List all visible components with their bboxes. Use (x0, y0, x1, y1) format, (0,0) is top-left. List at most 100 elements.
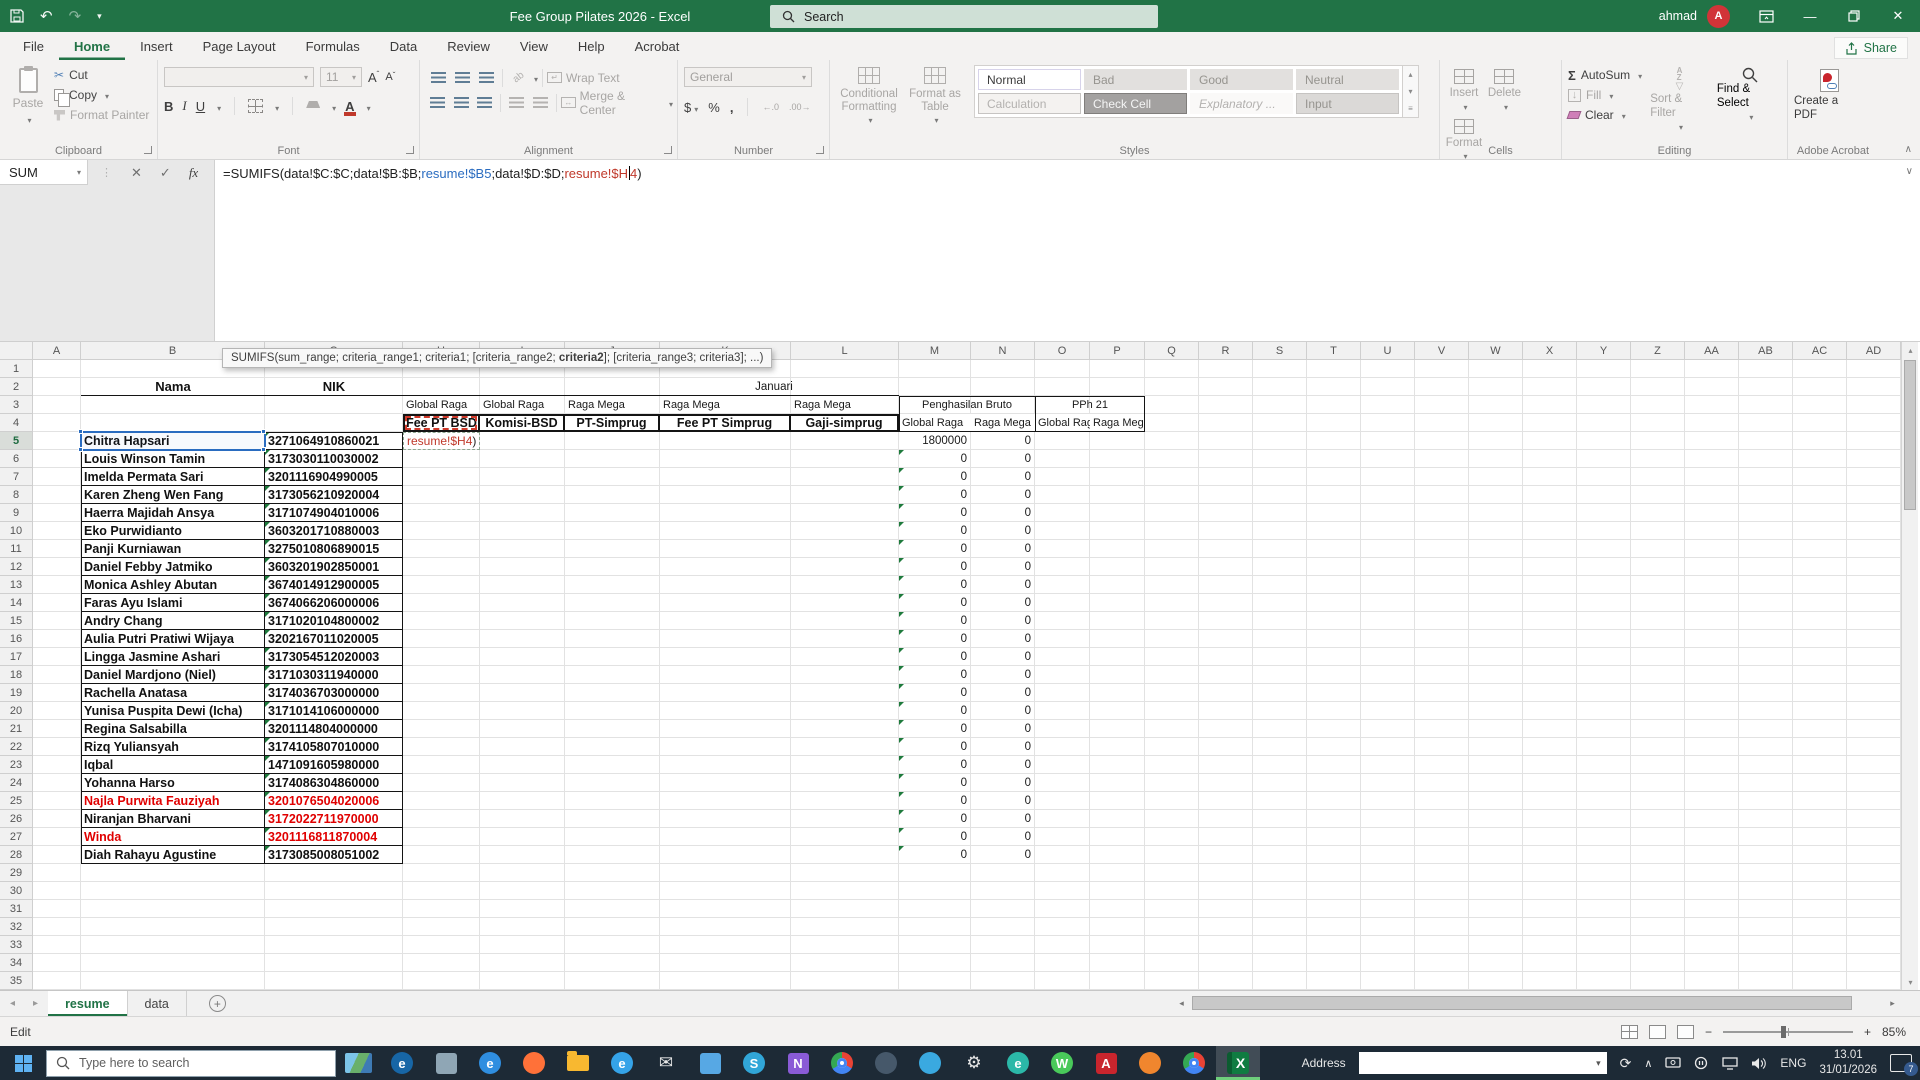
bruto-global-raga-cell-row14[interactable]: 0 (899, 594, 971, 612)
italic-button[interactable]: I (182, 98, 186, 114)
bruto-raga-mega-cell-row12[interactable]: 0 (971, 558, 1035, 576)
audio-mixer-icon[interactable] (1694, 1056, 1709, 1070)
accounting-format-button[interactable]: $ (684, 100, 698, 115)
user-name[interactable]: ahmad (1659, 9, 1697, 23)
row-header-21[interactable]: 21 (0, 720, 33, 738)
header-row4-right-2[interactable]: Global Raga (1035, 414, 1090, 432)
nik-cell-row12[interactable]: 3603201902850001 (265, 558, 403, 576)
name-cell-row26[interactable]: Niranjan Bharvani (81, 810, 265, 828)
conditional-formatting-button[interactable]: Conditional Formatting (836, 65, 902, 128)
header-row3-4[interactable]: Raga Mega (791, 396, 899, 414)
bruto-global-raga-cell-row23[interactable]: 0 (899, 756, 971, 774)
bruto-global-raga-cell-row28[interactable]: 0 (899, 846, 971, 864)
bruto-global-raga-cell-row6[interactable]: 0 (899, 450, 971, 468)
merge-center-button[interactable]: ↔ Merge & Center (561, 89, 673, 117)
row-header-1[interactable]: 1 (0, 360, 33, 378)
zoom-slider-thumb[interactable] (1781, 1025, 1787, 1038)
bruto-raga-mega-cell-row13[interactable]: 0 (971, 576, 1035, 594)
nik-cell-row9[interactable]: 3171074904010006 (265, 504, 403, 522)
row-header-15[interactable]: 15 (0, 612, 33, 630)
header-nama[interactable]: Nama (81, 378, 265, 396)
name-cell-row6[interactable]: Louis Winson Tamin (81, 450, 265, 468)
bruto-raga-mega-cell-row22[interactable]: 0 (971, 738, 1035, 756)
increase-decimal-button[interactable]: ←.0 (762, 102, 779, 112)
active-edit-cell-H5[interactable]: resume!$H4) (403, 432, 480, 450)
row-header-19[interactable]: 19 (0, 684, 33, 702)
bottom-align-button[interactable] (474, 67, 498, 89)
row-header-3[interactable]: 3 (0, 396, 33, 414)
cell-style-bad[interactable]: Bad (1084, 69, 1187, 90)
bruto-raga-mega-cell-row21[interactable]: 0 (971, 720, 1035, 738)
cast-icon[interactable] (1665, 1056, 1682, 1070)
column-header-AA[interactable]: AA (1685, 342, 1739, 360)
row-header-12[interactable]: 12 (0, 558, 33, 576)
row-header-8[interactable]: 8 (0, 486, 33, 504)
name-cell-row28[interactable]: Diah Rahayu Agustine (81, 846, 265, 864)
header-row3-1[interactable]: Global Raga (480, 396, 565, 414)
share-button[interactable]: Share (1833, 37, 1908, 59)
cell-style-check[interactable]: Check Cell (1084, 93, 1187, 114)
row-header-4[interactable]: 4 (0, 414, 33, 432)
clear-button[interactable]: Clear (1566, 105, 1642, 125)
show-hidden-icons-button[interactable]: ∧ (1644, 1057, 1652, 1070)
alignment-dialog-launcher[interactable] (664, 146, 672, 154)
bruto-global-raga-cell-row11[interactable]: 0 (899, 540, 971, 558)
insert-cells-button[interactable]: Insert (1446, 65, 1482, 115)
nik-cell-row21[interactable]: 3201114804000000 (265, 720, 403, 738)
nik-cell-row28[interactable]: 3173085008051002 (265, 846, 403, 864)
taskbar-app-telegram[interactable] (908, 1046, 952, 1080)
taskbar-app-settings[interactable]: ⚙ (952, 1046, 996, 1080)
percent-style-button[interactable]: % (708, 100, 720, 115)
decrease-indent-button[interactable] (505, 92, 528, 114)
paste-button[interactable]: Paste (6, 66, 50, 128)
customize-qat-button[interactable]: ▾ (97, 11, 102, 22)
name-cell-row9[interactable]: Haerra Majidah Ansya (81, 504, 265, 522)
styles-scroll-down[interactable]: ▾ (1408, 87, 1412, 96)
vertical-scroll-thumb[interactable] (1904, 360, 1916, 510)
row-header-16[interactable]: 16 (0, 630, 33, 648)
taskbar-app-whatsapp[interactable]: W (1040, 1046, 1084, 1080)
taskbar-app-task-view[interactable] (424, 1046, 468, 1080)
bruto-raga-mega-cell-row14[interactable]: 0 (971, 594, 1035, 612)
taskbar-app-edge-legacy[interactable]: e (380, 1046, 424, 1080)
name-cell-row15[interactable]: Andry Chang (81, 612, 265, 630)
column-header-W[interactable]: W (1469, 342, 1523, 360)
scroll-left-arrow[interactable]: ◂ (1173, 998, 1190, 1009)
name-cell-row23[interactable]: Iqbal (81, 756, 265, 774)
number-format-combo[interactable]: General ▾ (684, 67, 812, 87)
styles-more-button[interactable]: ≡ (1408, 104, 1413, 113)
row-header-35[interactable]: 35 (0, 972, 33, 990)
name-cell-row25[interactable]: Najla Purwita Fauziyah (81, 792, 265, 810)
name-cell-row21[interactable]: Regina Salsabilla (81, 720, 265, 738)
row-header-9[interactable]: 9 (0, 504, 33, 522)
header-row4-right-0[interactable]: Global Raga (899, 414, 971, 432)
fill-button[interactable]: ↓ Fill (1568, 85, 1642, 105)
column-header-U[interactable]: U (1361, 342, 1415, 360)
row-header-31[interactable]: 31 (0, 900, 33, 918)
bruto-raga-mega-cell-row19[interactable]: 0 (971, 684, 1035, 702)
bruto-raga-mega-cell-row10[interactable]: 0 (971, 522, 1035, 540)
row-header-17[interactable]: 17 (0, 648, 33, 666)
vertical-scrollbar[interactable]: ▴ ▾ (1901, 342, 1918, 990)
bruto-global-raga-cell-row9[interactable]: 0 (899, 504, 971, 522)
header-fee-2[interactable]: PT-Simprug (565, 414, 660, 432)
name-cell-row22[interactable]: Rizq Yuliansyah (81, 738, 265, 756)
bruto-raga-mega-cell-row20[interactable]: 0 (971, 702, 1035, 720)
number-dialog-launcher[interactable] (816, 146, 824, 154)
ribbon-tab-file[interactable]: File (8, 32, 59, 60)
close-button[interactable]: ✕ (1876, 0, 1920, 32)
taskbar-app-edge[interactable]: e (600, 1046, 644, 1080)
nik-cell-row15[interactable]: 3171020104800002 (265, 612, 403, 630)
taskbar-app-opera[interactable] (1128, 1046, 1172, 1080)
name-cell-row7[interactable]: Imelda Permata Sari (81, 468, 265, 486)
bruto-global-raga-cell-row13[interactable]: 0 (899, 576, 971, 594)
nik-cell-row24[interactable]: 3174086304860000 (265, 774, 403, 792)
search-box[interactable]: Search (770, 5, 1158, 28)
bruto-global-raga-cell-row24[interactable]: 0 (899, 774, 971, 792)
taskbar-app-chrome[interactable] (820, 1046, 864, 1080)
restore-button[interactable] (1832, 0, 1876, 32)
taskbar-app-chrome-2[interactable] (1172, 1046, 1216, 1080)
align-left-button[interactable] (426, 92, 449, 114)
nik-cell-row6[interactable]: 3173030110030002 (265, 450, 403, 468)
nik-cell-row11[interactable]: 3275010806890015 (265, 540, 403, 558)
